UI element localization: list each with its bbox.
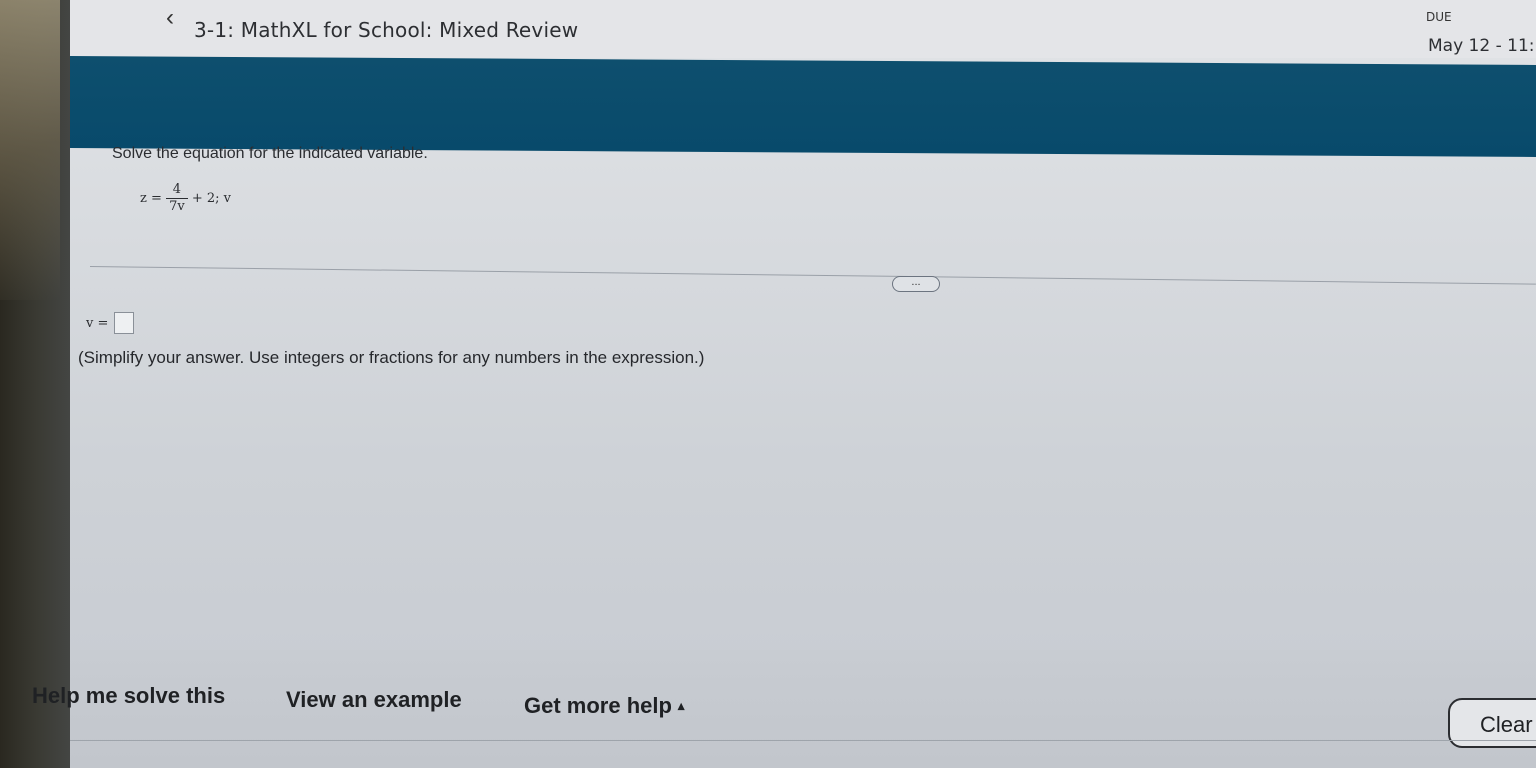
- answer-instruction: (Simplify your answer. Use integers or f…: [78, 348, 705, 367]
- screen: ‹ 3-1: MathXL for School: Mixed Review D…: [0, 0, 1536, 768]
- assignment-title: 3-1: MathXL for School: Mixed Review: [194, 18, 579, 42]
- get-more-help-button[interactable]: Get more help ▴: [524, 693, 684, 719]
- equation-lhs: z =: [140, 191, 162, 206]
- chevron-left-icon[interactable]: ‹: [166, 6, 186, 30]
- caret-up-icon: ▴: [677, 698, 685, 713]
- answer-input[interactable]: [114, 312, 135, 334]
- bottom-divider: [70, 740, 1536, 741]
- fraction-numerator: 4: [172, 182, 182, 197]
- answer-label: v =: [86, 315, 109, 331]
- due-date: May 12 - 11:: [1428, 36, 1535, 56]
- equation-fraction: 4 7v: [165, 182, 188, 215]
- bezel-glare: [0, 0, 60, 300]
- equation: z = 4 7v + 2; v: [140, 182, 231, 215]
- get-more-help-label: Get more help: [524, 693, 672, 718]
- due-label: DUE: [1426, 10, 1452, 24]
- question-prompt: Solve the equation for the indicated var…: [112, 145, 428, 162]
- header-bar: ‹ 3-1: MathXL for School: Mixed Review D…: [70, 0, 1536, 58]
- section-divider: [89, 266, 1536, 285]
- header-banner: [70, 56, 1536, 157]
- equation-rest: + 2; v: [191, 191, 232, 206]
- answer-row: v =: [86, 312, 135, 334]
- help-me-solve-button[interactable]: Help me solve this: [32, 683, 225, 709]
- expand-button[interactable]: ...: [892, 276, 940, 292]
- view-example-button[interactable]: View an example: [286, 687, 462, 713]
- fraction-denominator: 7v: [169, 199, 185, 214]
- assignment-page: ‹ 3-1: MathXL for School: Mixed Review D…: [32, 0, 1536, 768]
